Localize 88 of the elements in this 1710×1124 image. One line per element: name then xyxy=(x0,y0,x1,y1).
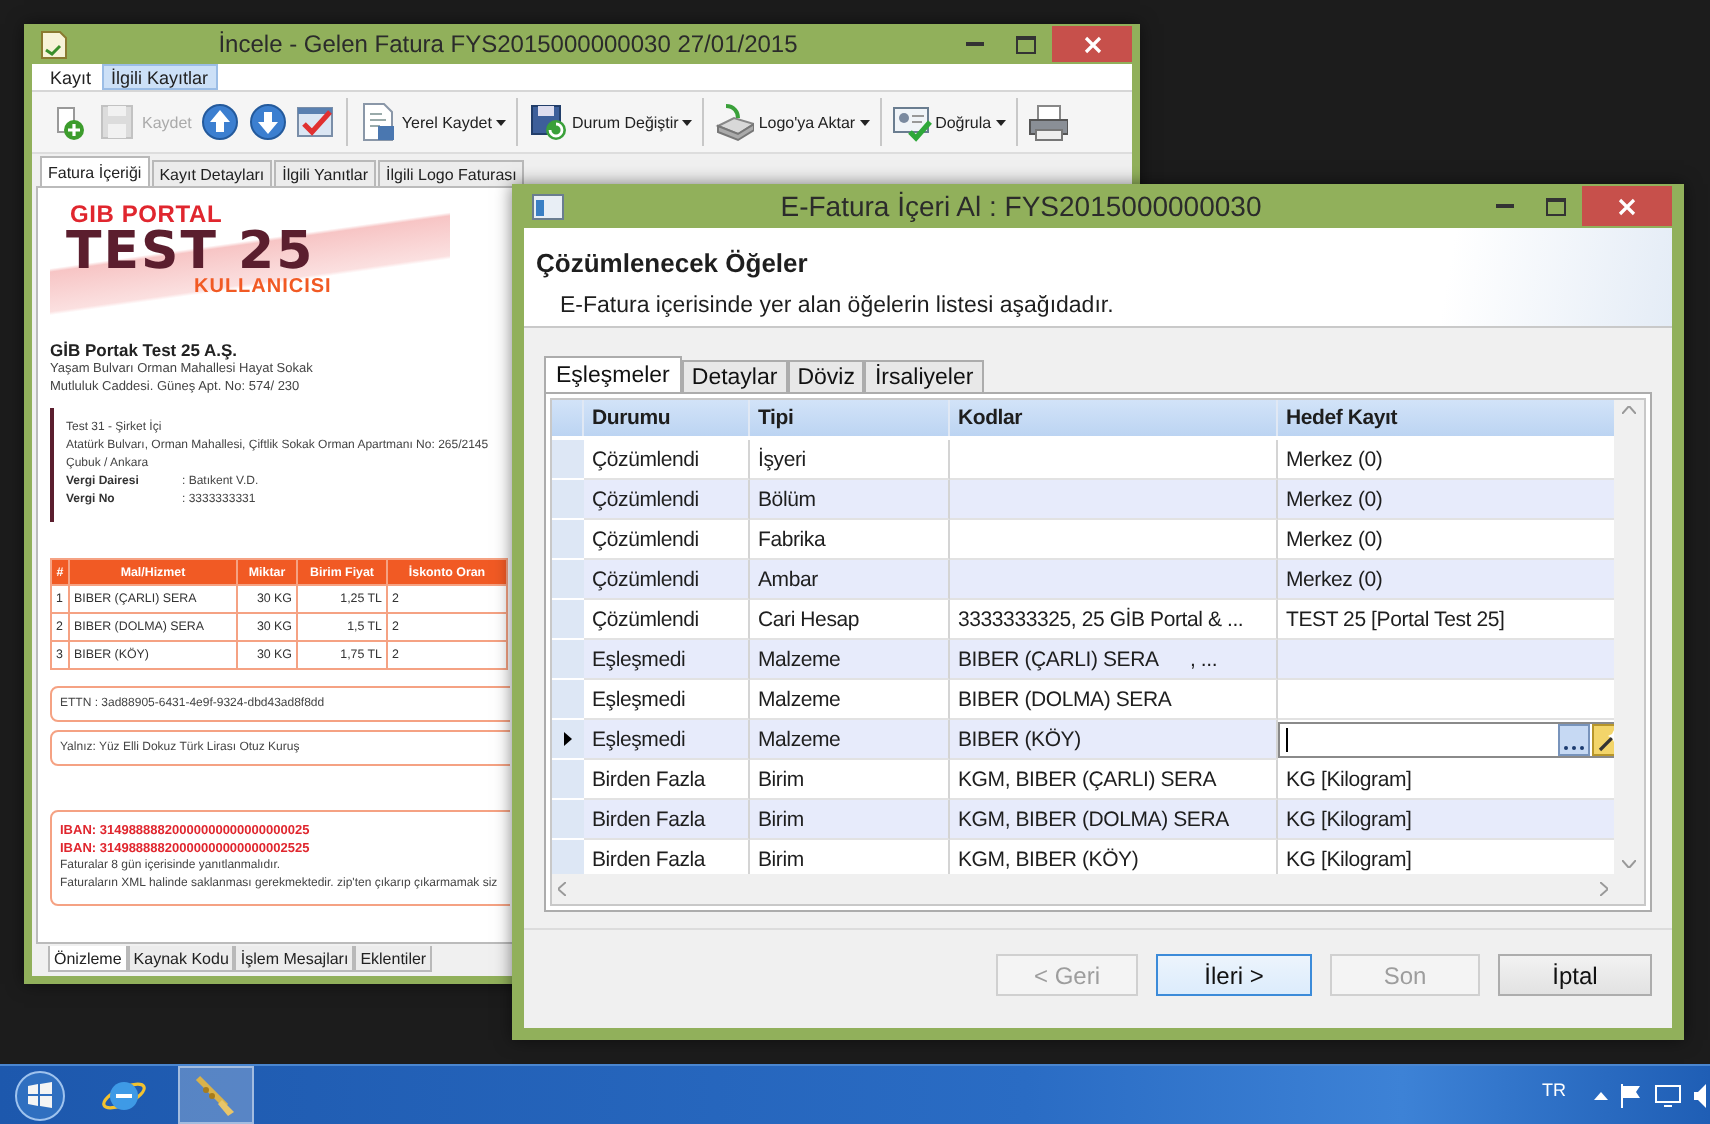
scroll-left-icon xyxy=(558,882,566,896)
row-header[interactable] xyxy=(552,720,584,760)
table-cell: BIBER (ÇARLI) SERA , ... xyxy=(950,640,1278,680)
split-button[interactable]: Doğrula xyxy=(889,96,1008,148)
minimize-icon xyxy=(965,42,983,46)
network-icon[interactable] xyxy=(1654,1083,1682,1107)
tab[interactable]: İlgili Yanıtlar xyxy=(274,160,376,186)
document-icon xyxy=(40,29,68,59)
row-header xyxy=(552,400,584,436)
browse-button[interactable] xyxy=(1558,724,1590,756)
trumpet-icon xyxy=(192,1071,240,1119)
company-name: GİB Portak Test 25 A.Ş. xyxy=(50,340,240,360)
language-indicator[interactable]: TR xyxy=(1542,1080,1566,1100)
table-cell: Eşleşmedi xyxy=(584,720,750,760)
save-icon xyxy=(98,102,138,142)
ribbon-tab[interactable]: İlgili Kayıtlar xyxy=(101,64,219,90)
tab[interactable]: Eklentiler xyxy=(354,946,433,972)
window-title: İncele - Gelen Fatura FYS2015000000030 27/01/2015 xyxy=(216,30,800,58)
tab[interactable]: Detaylar xyxy=(681,360,788,392)
scroll-right-icon xyxy=(1600,882,1608,896)
table-cell: Birim xyxy=(750,800,950,840)
window-title: E-Fatura İçeri Al : FYS2015000000030 xyxy=(778,190,1264,222)
logo-text: GIB PORTAL xyxy=(70,200,225,228)
split-button[interactable]: Yerel Kaydet xyxy=(355,96,508,148)
close-button[interactable] xyxy=(1052,26,1132,62)
tab[interactable]: Kaynak Kodu xyxy=(127,946,235,972)
logo-subtitle: KULLANICISI xyxy=(194,276,334,298)
ribbon-tab[interactable]: Kayıt xyxy=(40,64,102,90)
tab[interactable]: İrsaliyeler xyxy=(864,360,984,392)
row-pointer-icon xyxy=(564,732,572,746)
window-icon xyxy=(532,193,564,219)
table-cell: Merkez (0) xyxy=(1278,480,1614,520)
table-cell: KG [Kilogram] xyxy=(1278,800,1614,840)
cancel-button[interactable]: İptal xyxy=(1498,954,1652,996)
tab[interactable]: Döviz xyxy=(787,360,865,392)
tab[interactable]: Fatura İçeriği xyxy=(40,156,150,186)
scroll-down-icon xyxy=(1622,860,1636,868)
start-button[interactable] xyxy=(10,1067,70,1123)
table-cell: Çözümlendi xyxy=(584,480,750,520)
document-icon xyxy=(357,102,398,142)
dropdown-arrow-icon xyxy=(682,119,693,125)
dropdown-arrow-icon xyxy=(495,119,506,125)
vertical-scrollbar[interactable] xyxy=(1614,400,1644,874)
scanner-icon xyxy=(714,102,755,142)
dialog-heading: Çözümlenecek Öğeler xyxy=(536,248,810,278)
column-header: Kodlar xyxy=(950,400,1278,436)
maximize-icon xyxy=(1016,35,1036,53)
table-cell: BIBER (KÖY) xyxy=(950,720,1278,760)
disk-icon xyxy=(527,102,568,142)
table-cell: Malzeme xyxy=(750,720,950,760)
table-cell: KGM, BIBER (DOLMA) SERA xyxy=(950,800,1278,840)
tab[interactable]: İşlem Mesajları xyxy=(234,946,355,972)
column-header: Tipi xyxy=(750,400,950,436)
tab[interactable]: Eşleşmeler xyxy=(544,356,682,392)
split-button[interactable]: Durum Değiştir xyxy=(525,96,695,148)
check-icon xyxy=(295,102,336,142)
windows-logo-icon xyxy=(14,1069,66,1121)
printer-icon xyxy=(1027,102,1068,142)
maximize-icon xyxy=(1546,197,1566,215)
table-cell: Malzeme xyxy=(750,640,950,680)
close-button[interactable] xyxy=(1582,186,1672,226)
table-cell: Çözümlendi xyxy=(584,560,750,600)
id-card-icon xyxy=(891,102,932,142)
column-header: Hedef Kayıt xyxy=(1278,400,1614,436)
horizontal-scrollbar[interactable] xyxy=(552,874,1614,904)
tab[interactable]: Kayıt Detayları xyxy=(151,160,273,186)
table-cell: Merkez (0) xyxy=(1278,560,1614,600)
split-button[interactable]: Logo'ya Aktar xyxy=(712,96,872,148)
table-cell: Ambar xyxy=(750,560,950,600)
dropdown-arrow-icon xyxy=(995,119,1006,125)
dialog-subtitle: E-Fatura içerisinde yer alan öğelerin listesi aşağıdadır. xyxy=(560,294,1116,318)
close-icon xyxy=(1618,197,1636,215)
close-icon xyxy=(1083,35,1101,53)
input-field[interactable] xyxy=(1278,722,1614,758)
scroll-up-icon xyxy=(1622,406,1636,414)
next-button[interactable]: İleri > xyxy=(1156,954,1312,996)
tab[interactable]: Önizleme xyxy=(48,946,128,972)
tab[interactable]: İlgili Logo Faturası xyxy=(378,160,525,186)
tray-expand-icon[interactable] xyxy=(1594,1091,1608,1099)
table-cell: Birden Fazla xyxy=(584,800,750,840)
logo-title: TEST 25 xyxy=(66,228,315,276)
flag-icon[interactable] xyxy=(1620,1083,1642,1107)
table-cell: Eşleşmedi xyxy=(584,640,750,680)
table-cell: Bölüm xyxy=(750,480,950,520)
speaker-icon[interactable] xyxy=(1694,1083,1706,1107)
minimize-icon xyxy=(1495,204,1513,208)
column-header: Durumu xyxy=(584,400,750,436)
dropdown-arrow-icon xyxy=(859,119,870,125)
